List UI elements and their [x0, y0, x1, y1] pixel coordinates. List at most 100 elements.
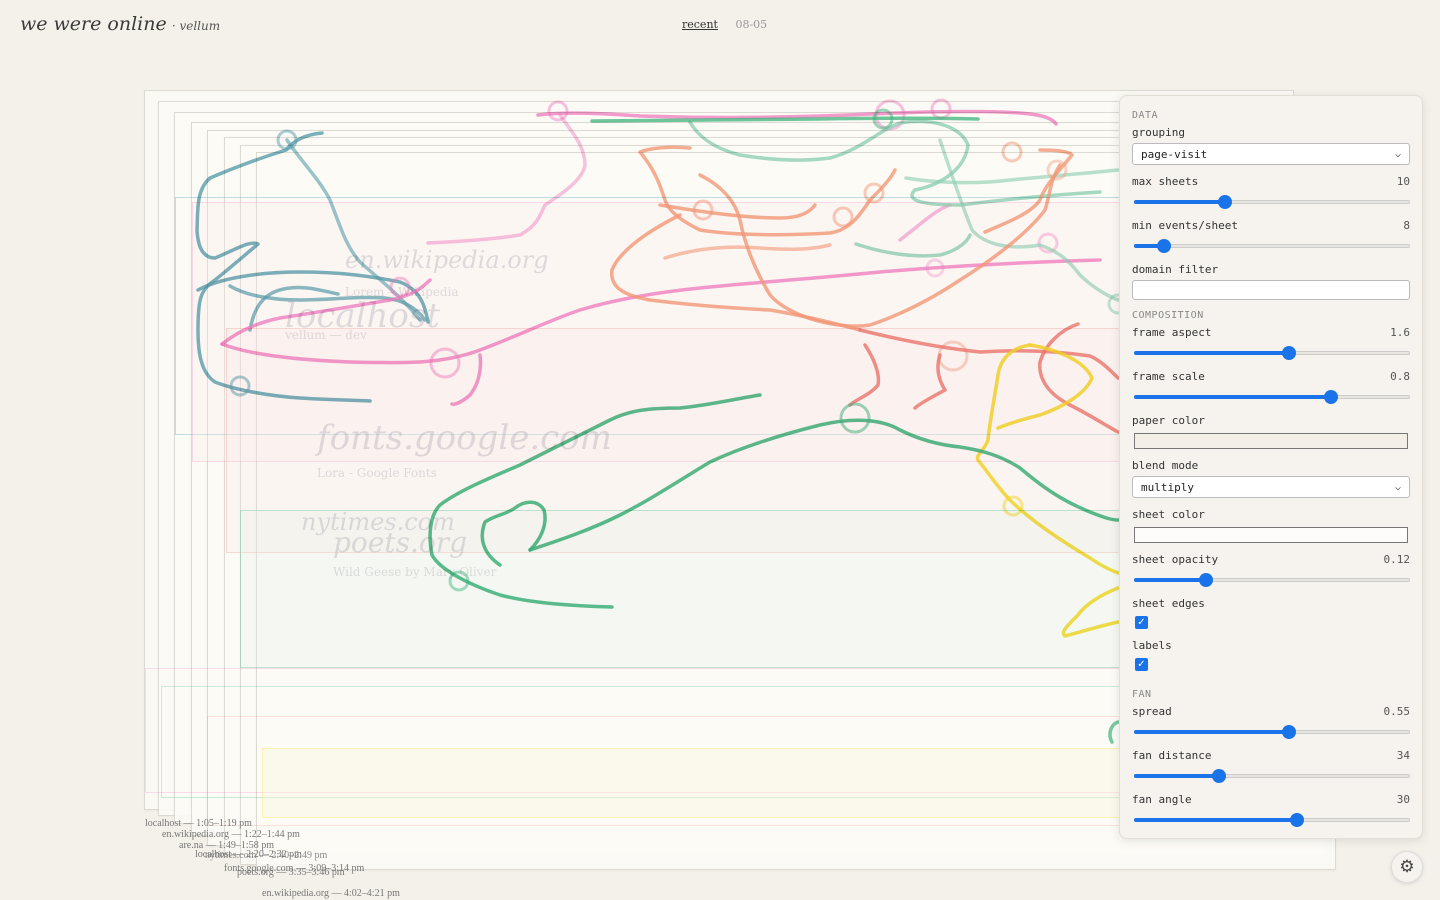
- sheet-label: nytimes.com — 2:40–2:49 pm: [205, 850, 328, 861]
- sheet-label: en.wikipedia.org — 1:22–1:44 pm: [162, 829, 300, 840]
- spread-control: spread 0.55: [1132, 705, 1410, 739]
- section-header-composition: COMPOSITION: [1132, 310, 1204, 321]
- labels-control: labels ✓: [1132, 639, 1410, 671]
- top-nav: recent 08-05: [682, 18, 767, 31]
- domain-filter-control: domain filter: [1132, 263, 1410, 300]
- fan-angle-value: 30: [1396, 793, 1410, 806]
- trail-yellow: [1061, 586, 1120, 638]
- slider-thumb[interactable]: [1198, 573, 1213, 587]
- nav-date-link[interactable]: 08-05: [735, 18, 767, 31]
- section-header-data: DATA: [1132, 110, 1159, 121]
- settings-panel: DATA grouping page-visit ⌵ max sheets 10 …: [1119, 95, 1423, 839]
- slider-thumb[interactable]: [1156, 239, 1171, 253]
- nav-recent-link[interactable]: recent: [682, 18, 718, 31]
- frame-scale-label: frame scale: [1132, 370, 1205, 383]
- labels-label: labels: [1132, 639, 1172, 652]
- slider-thumb[interactable]: [1281, 346, 1296, 360]
- grouping-value: page-visit: [1141, 147, 1208, 161]
- app-subtitle: · vellum: [171, 19, 221, 33]
- frame-scale-value: 0.8: [1390, 370, 1410, 383]
- spread-value: 0.55: [1383, 705, 1411, 718]
- sheet-opacity-label: sheet opacity: [1132, 553, 1219, 566]
- blend-mode-value: multiply: [1141, 480, 1194, 494]
- frame-aspect-label: frame aspect: [1132, 326, 1212, 339]
- spread-slider[interactable]: [1132, 725, 1410, 739]
- domain-filter-label: domain filter: [1132, 263, 1219, 276]
- sheet-label: poets.org — 3:35–3:46 pm: [237, 867, 345, 878]
- trail-mint: [904, 168, 1120, 185]
- trail-marker: [547, 100, 569, 122]
- min-events-label: min events/sheet: [1132, 219, 1238, 232]
- trail-green: [428, 393, 762, 609]
- trail-green: [1108, 720, 1120, 744]
- sheet-opacity-value: 0.12: [1383, 553, 1411, 566]
- slider-thumb[interactable]: [1217, 195, 1232, 209]
- frame-scale-control: frame scale 0.8: [1132, 370, 1410, 404]
- fan-distance-slider[interactable]: [1132, 769, 1410, 783]
- labels-checkbox[interactable]: ✓: [1135, 658, 1148, 671]
- trail-coral: [858, 328, 1120, 380]
- sheet-label: en.wikipedia.org — 4:02–4:21 pm: [262, 888, 400, 899]
- trail-green: [480, 500, 547, 567]
- trail-mint: [688, 119, 1102, 207]
- trail-mint: [854, 233, 972, 258]
- sheet-edges-checkbox[interactable]: ✓: [1135, 616, 1148, 629]
- spread-label: spread: [1132, 705, 1172, 718]
- frame-aspect-slider[interactable]: [1132, 346, 1410, 360]
- trail-pink: [426, 113, 587, 245]
- blend-mode-control: blend mode multiply ⌵: [1132, 459, 1410, 498]
- brand: we were online · vellum: [20, 13, 220, 35]
- slider-thumb[interactable]: [1290, 813, 1305, 827]
- grouping-label: grouping: [1132, 126, 1185, 139]
- blend-mode-select[interactable]: multiply ⌵: [1132, 476, 1410, 498]
- sheet-opacity-slider[interactable]: [1132, 573, 1410, 587]
- frame-scale-slider[interactable]: [1132, 390, 1410, 404]
- grouping-control: grouping page-visit ⌵: [1132, 126, 1410, 165]
- trail-marker: [1001, 141, 1023, 163]
- blend-mode-label: blend mode: [1132, 459, 1199, 472]
- sheet-label: localhost — 1:05–1:19 pm: [145, 818, 252, 829]
- slider-thumb[interactable]: [1281, 725, 1296, 739]
- max-sheets-slider[interactable]: [1132, 195, 1410, 209]
- chevron-down-icon: ⌵: [1394, 148, 1401, 160]
- fan-angle-slider[interactable]: [1132, 813, 1410, 827]
- slider-thumb[interactable]: [1323, 390, 1338, 404]
- max-sheets-control: max sheets 10: [1132, 175, 1410, 209]
- slider-thumb[interactable]: [1212, 769, 1227, 783]
- fan-distance-control: fan distance 34: [1132, 749, 1410, 783]
- trail-marker: [839, 402, 871, 434]
- trail-marker: [429, 347, 461, 379]
- max-sheets-label: max sheets: [1132, 175, 1199, 188]
- trail-green: [528, 418, 1120, 552]
- paper-color-label: paper color: [1132, 414, 1205, 427]
- sheet-color-picker[interactable]: [1134, 527, 1408, 543]
- trail-marker: [1002, 495, 1024, 517]
- sheet-edges-label: sheet edges: [1132, 597, 1205, 610]
- trail-teal: [285, 138, 422, 322]
- sheet-color-label: sheet color: [1132, 508, 1205, 521]
- trail-pink: [898, 203, 952, 242]
- grouping-select[interactable]: page-visit ⌵: [1132, 143, 1410, 165]
- fan-distance-value: 34: [1396, 749, 1410, 762]
- frame-aspect-value: 1.6: [1390, 326, 1410, 339]
- trail-yellow: [975, 343, 1120, 575]
- trail-marker: [229, 375, 251, 397]
- settings-toggle-button[interactable]: ⚙: [1391, 851, 1423, 883]
- sheet-color-control: sheet color: [1132, 508, 1410, 543]
- sheet-opacity-control: sheet opacity 0.12: [1132, 553, 1410, 587]
- gear-icon: ⚙: [1399, 857, 1415, 877]
- trail-marker: [863, 182, 885, 204]
- trail-coral: [1038, 322, 1120, 434]
- app-title: we were online: [20, 13, 167, 35]
- paper-color-picker[interactable]: [1134, 433, 1408, 449]
- max-sheets-value: 10: [1396, 175, 1410, 188]
- min-events-slider[interactable]: [1132, 239, 1410, 253]
- fan-distance-label: fan distance: [1132, 749, 1212, 762]
- trail-marker: [930, 98, 952, 120]
- trail-pink: [450, 353, 483, 406]
- frame-aspect-control: frame aspect 1.6: [1132, 326, 1410, 360]
- fan-angle-label: fan angle: [1132, 793, 1192, 806]
- sheet-edges-control: sheet edges ✓: [1132, 597, 1410, 629]
- trail-coral: [848, 343, 881, 407]
- domain-filter-input[interactable]: [1132, 280, 1410, 300]
